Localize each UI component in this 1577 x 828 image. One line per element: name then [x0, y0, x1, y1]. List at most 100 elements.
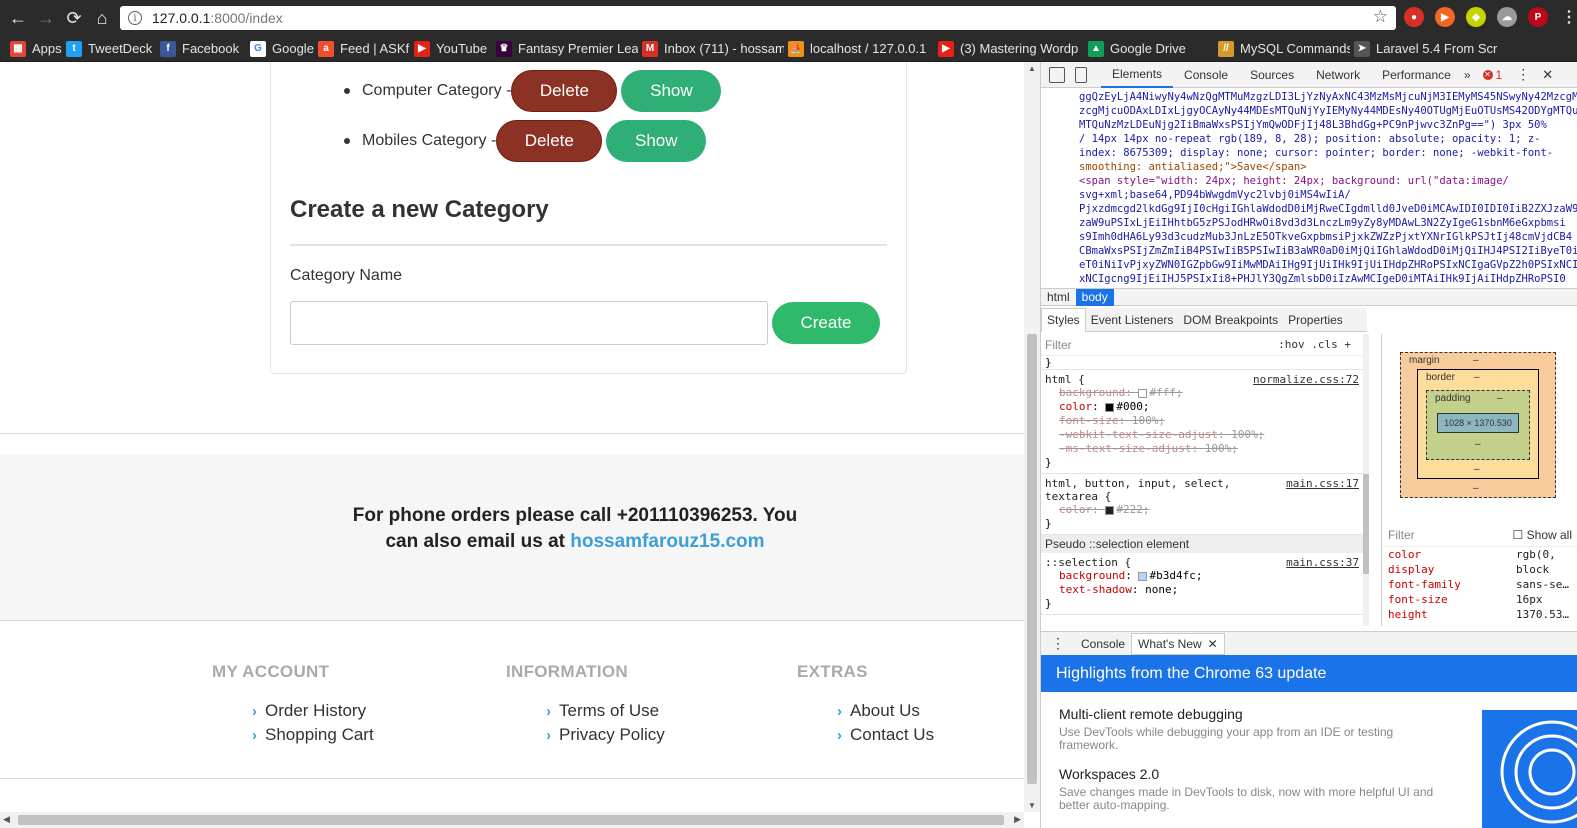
bookmark-item[interactable]: ⛵ localhost / 127.0.0.1: [784, 36, 934, 62]
css-declaration[interactable]: text-shadow: none;: [1045, 583, 1359, 597]
crumb-body[interactable]: body: [1075, 288, 1114, 306]
bookmark-item[interactable]: // MySQL Commands: [1214, 36, 1350, 62]
computed-property[interactable]: height 1370.53…: [1382, 607, 1577, 622]
address-bar[interactable]: i 127.0.0.1:8000/index ☆: [120, 6, 1396, 30]
bookmark-item[interactable]: ▦ Apps: [0, 36, 62, 62]
computed-property[interactable]: font-size 16px: [1382, 592, 1577, 607]
footer-link-shopping-cart[interactable]: › Shopping Cart: [252, 725, 374, 745]
css-declaration[interactable]: -ms-text-size-adjust: 100%;: [1045, 442, 1359, 456]
play-extension-icon[interactable]: ▶: [1435, 7, 1455, 27]
scroll-right-icon[interactable]: ▶: [1014, 814, 1021, 825]
tab-sources[interactable]: Sources: [1239, 62, 1305, 88]
css-source-link[interactable]: main.css:17: [1286, 477, 1359, 490]
bookmark-item[interactable]: a Feed | ASKfm: [314, 36, 410, 62]
bookmark-item[interactable]: M Inbox (711) - hossam: [638, 36, 784, 62]
news-item[interactable]: Workspaces 2.0 Save changes made in DevT…: [1059, 766, 1449, 812]
close-tab-icon[interactable]: ✕: [1208, 637, 1218, 651]
computed-property[interactable]: font-family sans-se…: [1382, 577, 1577, 592]
bookmark-star-icon[interactable]: ☆: [1373, 7, 1388, 27]
elements-dom-tree[interactable]: ggQzEyLjA4NiwyNy4wNzQgMTMuMzgzLDI3LjYzNy…: [1041, 88, 1577, 288]
css-rule[interactable]: html, button, input, select, textarea {m…: [1041, 474, 1363, 535]
hov-cls-controls[interactable]: :hov .cls +: [1278, 338, 1351, 351]
page-vertical-scrollbar[interactable]: ▲ ▼: [1024, 62, 1040, 812]
reload-icon[interactable]: ⟳: [60, 4, 88, 32]
styles-scrollbar[interactable]: [1363, 334, 1369, 626]
news-item[interactable]: Multi-client remote debugging Use DevToo…: [1059, 706, 1449, 752]
tab-properties[interactable]: Properties: [1283, 308, 1348, 332]
tab-console[interactable]: Console: [1173, 62, 1239, 88]
scrollbar-thumb[interactable]: [18, 815, 1004, 825]
tab-performance[interactable]: Performance: [1371, 62, 1462, 88]
css-declaration[interactable]: font-size: 100%;: [1045, 414, 1359, 428]
bookmark-item[interactable]: ▶ (3) Mastering Wordp: [934, 36, 1084, 62]
crumb-html[interactable]: html: [1041, 289, 1076, 306]
delete-button[interactable]: Delete: [511, 70, 618, 112]
drawer-tab-console[interactable]: Console: [1075, 633, 1131, 655]
adblock-icon[interactable]: ●: [1404, 7, 1424, 27]
bullet: [344, 88, 350, 94]
pinterest-icon[interactable]: P: [1528, 7, 1548, 27]
drawer-menu-icon[interactable]: ⋮: [1041, 635, 1075, 652]
bookmark-item[interactable]: G Google: [246, 36, 314, 62]
home-icon[interactable]: ⌂: [88, 4, 116, 32]
css-declaration[interactable]: background: #b3d4fc;: [1045, 569, 1359, 583]
computed-property[interactable]: display block: [1382, 562, 1577, 577]
back-icon[interactable]: ←: [4, 4, 32, 32]
scroll-down-icon[interactable]: ▼: [1028, 801, 1036, 810]
css-declaration[interactable]: background: #fff;: [1045, 386, 1359, 400]
chevron-right-icon: ›: [546, 726, 551, 744]
tab-network[interactable]: Network: [1305, 62, 1371, 88]
cloud-extension-icon[interactable]: ☁: [1497, 7, 1517, 27]
category-name-input[interactable]: [290, 301, 768, 345]
create-button[interactable]: Create: [772, 302, 880, 344]
computed-property[interactable]: color rgb(0,: [1382, 547, 1577, 562]
css-declaration[interactable]: -webkit-text-size-adjust: 100%;: [1045, 428, 1359, 442]
show-button[interactable]: Show: [621, 70, 722, 112]
footer-link-contact[interactable]: › Contact Us: [837, 725, 934, 745]
heading-divider: [290, 244, 887, 246]
more-tabs-icon[interactable]: »: [1462, 62, 1473, 88]
tab-dom-breakpoints[interactable]: DOM Breakpoints: [1178, 308, 1283, 332]
tab-styles[interactable]: Styles: [1041, 307, 1086, 332]
bookmark-item[interactable]: ▲ Google Drive: [1084, 36, 1214, 62]
footer-link-terms[interactable]: › Terms of Use: [546, 701, 665, 721]
yellow-extension-icon[interactable]: ◆: [1466, 7, 1486, 27]
menu-kebab-icon[interactable]: ⋮: [1559, 7, 1577, 27]
device-toolbar-icon[interactable]: [1075, 66, 1087, 83]
info-icon[interactable]: i: [128, 11, 142, 25]
css-source-link[interactable]: main.css:37: [1286, 556, 1359, 569]
close-devtools-icon[interactable]: ✕: [1542, 67, 1553, 83]
devtools-menu-icon[interactable]: ⋮: [1516, 66, 1530, 83]
bookmark-item[interactable]: ➤ Laravel 5.4 From Scra: [1350, 36, 1498, 62]
styles-filter[interactable]: Filter :hov .cls +: [1041, 334, 1363, 356]
error-counter[interactable]: ✕ 1: [1482, 68, 1502, 82]
email-link[interactable]: hossamfarouz15.com: [570, 531, 764, 552]
bookmark-item[interactable]: ♛ Fantasy Premier Leag: [492, 36, 638, 62]
bookmark-item[interactable]: ▶ YouTube: [410, 36, 492, 62]
page-horizontal-scrollbar[interactable]: ◀ ▶: [0, 812, 1024, 828]
css-declaration[interactable]: color: #222;: [1045, 503, 1359, 517]
css-rule[interactable]: html {normalize.css:72 background: #fff; c…: [1041, 370, 1363, 474]
tab-event-listeners[interactable]: Event Listeners: [1086, 308, 1179, 332]
footer-link-about[interactable]: › About Us: [837, 701, 934, 721]
bookmark-item[interactable]: f Facebook: [156, 36, 246, 62]
bookmark-item[interactable]: t TweetDeck: [62, 36, 156, 62]
footer-link-privacy[interactable]: › Privacy Policy: [546, 725, 665, 745]
tab-elements[interactable]: Elements: [1101, 62, 1174, 88]
forward-icon[interactable]: →: [32, 4, 60, 32]
css-declaration[interactable]: color: #000;: [1045, 400, 1359, 414]
css-rule[interactable]: ::selection {main.css:37 background: #b3d…: [1041, 553, 1363, 615]
category-item-computer: Computer Category - Delete Show: [344, 70, 722, 112]
show-all-checkbox[interactable]: ☐ Show all: [1513, 528, 1572, 542]
inspect-element-icon[interactable]: [1049, 66, 1065, 83]
footer-link-order-history[interactable]: › Order History: [252, 701, 374, 721]
scroll-up-icon[interactable]: ▲: [1028, 64, 1036, 73]
scroll-left-icon[interactable]: ◀: [3, 814, 10, 825]
computed-filter[interactable]: Filter ☐ Show all: [1382, 524, 1577, 547]
css-source-link[interactable]: normalize.css:72: [1253, 373, 1359, 386]
drawer-tab-whats-new[interactable]: What's New ✕: [1131, 632, 1225, 655]
scrollbar-thumb[interactable]: [1027, 334, 1037, 784]
delete-button[interactable]: Delete: [496, 120, 603, 162]
show-button[interactable]: Show: [606, 120, 707, 162]
chevron-right-icon: ›: [837, 726, 842, 744]
